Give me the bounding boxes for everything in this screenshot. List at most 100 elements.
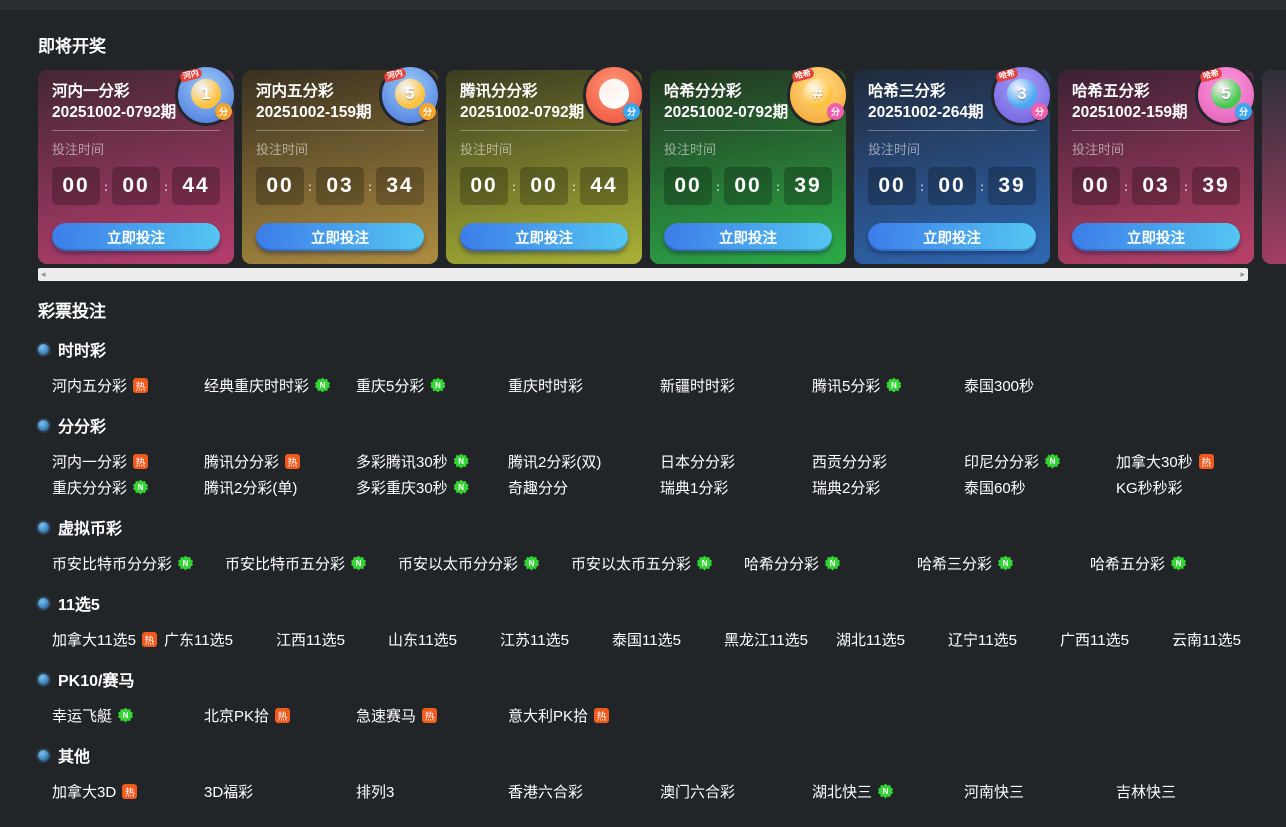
countdown-seconds: 34 <box>376 167 424 205</box>
game-link[interactable]: 河内五分彩热 <box>52 375 204 396</box>
game-link[interactable]: 加拿大11选5热 <box>52 629 164 650</box>
game-link[interactable]: 瑞典1分彩 <box>660 477 812 498</box>
game-link[interactable]: 广东11选5 <box>164 629 276 650</box>
game-link[interactable]: 香港六合彩 <box>508 781 660 802</box>
new-badge-icon: N <box>118 708 133 723</box>
icon-sub-ball: 分 <box>623 103 640 120</box>
icon-sub-ball: 分 <box>1031 103 1048 120</box>
game-link[interactable]: 急速赛马热 <box>356 705 508 726</box>
game-link[interactable]: 西贡分分彩 <box>812 451 964 472</box>
game-link[interactable]: 腾讯2分彩(单) <box>204 477 356 498</box>
game-link[interactable]: 腾讯5分彩N <box>812 375 964 396</box>
game-link[interactable]: 多彩腾讯30秒N <box>356 451 508 472</box>
game-link[interactable]: 幸运飞艇N <box>52 705 204 726</box>
game-link[interactable]: 泰国300秒 <box>964 375 1116 396</box>
game-link[interactable]: 澳门六合彩 <box>660 781 812 802</box>
game-link[interactable]: 江苏11选5 <box>500 629 612 650</box>
countdown-hours: 00 <box>1072 167 1120 205</box>
game-link[interactable]: 重庆分分彩N <box>52 477 204 498</box>
bet-now-button[interactable]: 立即投注 <box>664 223 832 251</box>
game-link[interactable]: 黑龙江11选5 <box>724 629 836 650</box>
game-link[interactable]: 腾讯2分彩(双) <box>508 451 660 472</box>
lottery-card[interactable]: 河内五分彩20251002-159期河内5分投注时间00:03:34立即投注 <box>242 70 438 264</box>
bet-now-button[interactable]: 立即投注 <box>460 223 628 251</box>
hash-1min-ball-icon: 哈希#分 <box>787 64 849 126</box>
lottery-card[interactable]: 哈希五分彩20251002-159期哈希5分投注时间00:03:39立即投注 <box>1058 70 1254 264</box>
game-link[interactable]: 币安比特币五分彩N <box>225 553 398 574</box>
game-link[interactable]: 湖北快三N <box>812 781 964 802</box>
game-link[interactable]: 哈希分分彩N <box>744 553 917 574</box>
game-link[interactable]: 新疆时时彩 <box>660 375 812 396</box>
lottery-card[interactable]: 哈希分分彩20251002-0792期哈希#分投注时间00:00:39立即投注 <box>650 70 846 264</box>
game-link[interactable]: 河南快三 <box>964 781 1116 802</box>
game-link[interactable]: 3D福彩 <box>204 781 356 802</box>
countdown-timer: 00:00:44 <box>460 167 628 205</box>
game-link[interactable]: 泰国11选5 <box>612 629 724 650</box>
hot-badge-icon: 热 <box>133 378 148 393</box>
scroll-left-icon[interactable]: ◂ <box>41 268 46 281</box>
game-link[interactable]: 币安比特币分分彩N <box>52 553 225 574</box>
game-link[interactable]: 山东11选5 <box>388 629 500 650</box>
bet-now-button[interactable]: 立即投注 <box>256 223 424 251</box>
game-link[interactable]: 币安以太币五分彩N <box>571 553 744 574</box>
lottery-card[interactable]: 腾讯分分彩20251002-0792期分投注时间00:00:44立即投注 <box>446 70 642 264</box>
countdown-timer: 00:00:39 <box>664 167 832 205</box>
game-link[interactable]: 江西11选5 <box>276 629 388 650</box>
category-bullet-icon <box>38 674 49 685</box>
category-pk10: PK10/赛马幸运飞艇N北京PK拾热急速赛马热意大利PK拾热 <box>38 670 1248 728</box>
bet-time-label: 投注时间 <box>52 139 220 158</box>
game-link[interactable]: 经典重庆时时彩N <box>204 375 356 396</box>
bet-now-button[interactable]: 立即投注 <box>52 223 220 251</box>
game-row: 加拿大3D热3D福彩排列3香港六合彩澳门六合彩湖北快三N河南快三吉林快三 <box>38 778 1248 804</box>
category-title: 11选5 <box>58 591 100 615</box>
game-link[interactable]: 云南11选5 <box>1172 629 1284 650</box>
bet-time-label: 投注时间 <box>1072 139 1240 158</box>
carousel-scrollbar[interactable]: ◂ ▸ <box>38 268 1248 281</box>
game-link[interactable]: 广西11选5 <box>1060 629 1172 650</box>
game-link[interactable]: 多彩重庆30秒N <box>356 477 508 498</box>
game-link[interactable]: 湖北11选5 <box>836 629 948 650</box>
game-link[interactable]: 日本分分彩 <box>660 451 812 472</box>
lottery-card[interactable]: 河内一分彩20251002-0792期河内1分投注时间00:00:44立即投注 <box>38 70 234 264</box>
hot-badge-icon: 热 <box>122 784 137 799</box>
game-link[interactable]: 重庆时时彩 <box>508 375 660 396</box>
game-link[interactable]: 河内一分彩热 <box>52 451 204 472</box>
game-link[interactable]: 印尼分分彩N <box>964 451 1116 472</box>
game-link[interactable]: 排列3 <box>356 781 508 802</box>
countdown-hours: 00 <box>52 167 100 205</box>
countdown-minutes: 00 <box>520 167 568 205</box>
icon-ball: 5 <box>1211 79 1241 109</box>
hot-badge-icon: 热 <box>594 708 609 723</box>
game-link[interactable]: 北京PK拾热 <box>204 705 356 726</box>
game-link[interactable]: 腾讯分分彩热 <box>204 451 356 472</box>
game-link[interactable]: 加拿大30秒热 <box>1116 451 1268 472</box>
game-link[interactable]: KG秒秒彩 <box>1116 477 1268 498</box>
lottery-card[interactable]: 哈希三分彩20251002-264期哈希3分投注时间00:00:39立即投注 <box>854 70 1050 264</box>
countdown-separator: : <box>508 179 520 194</box>
game-link[interactable]: 泰国60秒 <box>964 477 1116 498</box>
countdown-separator: : <box>100 179 112 194</box>
bet-now-button[interactable]: 立即投注 <box>1072 223 1240 251</box>
game-link[interactable]: 辽宁11选5 <box>948 629 1060 650</box>
bet-time-label: 投注时间 <box>460 139 628 158</box>
game-link[interactable]: 币安以太币分分彩N <box>398 553 571 574</box>
scroll-right-icon[interactable]: ▸ <box>1240 268 1245 281</box>
game-link[interactable]: 重庆5分彩N <box>356 375 508 396</box>
countdown-minutes: 03 <box>1132 167 1180 205</box>
new-badge-icon: N <box>454 454 469 469</box>
countdown-separator: : <box>772 179 784 194</box>
game-link[interactable]: 奇趣分分 <box>508 477 660 498</box>
bet-now-button[interactable]: 立即投注 <box>868 223 1036 251</box>
new-badge-icon: N <box>454 480 469 495</box>
game-link[interactable]: 吉林快三 <box>1116 781 1268 802</box>
new-badge-icon: N <box>133 480 148 495</box>
lottery-card-partial[interactable] <box>1262 70 1286 264</box>
game-link[interactable]: 意大利PK拾热 <box>508 705 660 726</box>
game-link[interactable]: 加拿大3D热 <box>52 781 204 802</box>
icon-sub-ball: 分 <box>419 103 436 120</box>
game-link[interactable]: 哈希五分彩N <box>1090 553 1263 574</box>
game-link[interactable]: 哈希三分彩N <box>917 553 1090 574</box>
category-shishicai: 时时彩河内五分彩热经典重庆时时彩N重庆5分彩N重庆时时彩新疆时时彩腾讯5分彩N泰… <box>38 340 1248 398</box>
card-divider <box>1072 130 1240 131</box>
game-link[interactable]: 瑞典2分彩 <box>812 477 964 498</box>
